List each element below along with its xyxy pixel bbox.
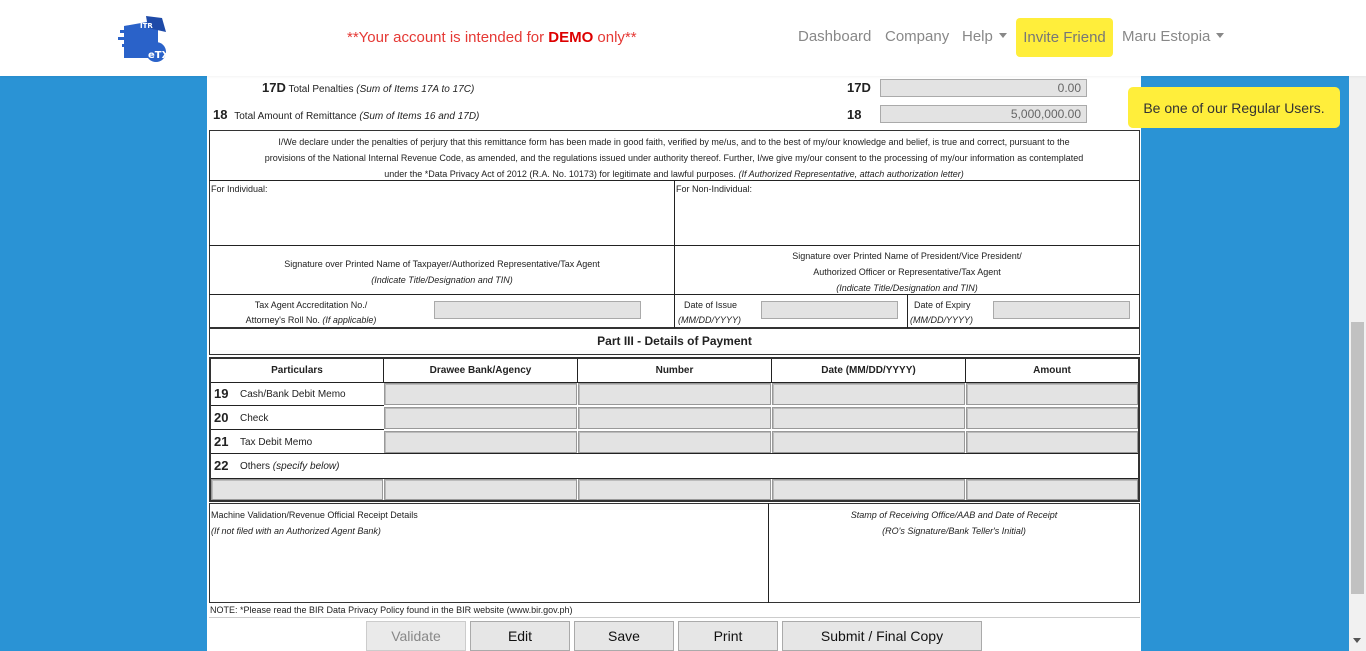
date-input-22[interactable] — [772, 479, 965, 500]
total-penalties-field[interactable]: 0.00 — [880, 79, 1087, 97]
part3-title: Part III - Details of Payment — [597, 334, 752, 348]
number-input-22[interactable] — [578, 479, 771, 500]
col-amount: Amount — [1033, 364, 1071, 376]
invite-friend-button[interactable]: Invite Friend — [1016, 18, 1113, 57]
regular-users-toast: Be one of our Regular Users. — [1128, 87, 1340, 128]
tax-agent-label: Tax Agent Accreditation No./ Attorney's … — [245, 300, 377, 325]
tax-agent-accreditation-input[interactable] — [434, 301, 641, 319]
machine-validation-label: Machine Validation/Revenue Official Rece… — [211, 510, 418, 536]
amount-input-19[interactable] — [966, 383, 1138, 405]
item-17d-code: 17D — [847, 80, 871, 95]
divider — [209, 245, 1140, 246]
col-drawee-bank: Drawee Bank/Agency — [429, 364, 532, 376]
logo-itr-text: ITR — [140, 22, 153, 30]
divider — [211, 429, 384, 430]
row-number: 19 — [214, 386, 229, 401]
nav-help-dropdown[interactable]: Help — [962, 28, 1007, 45]
date-of-issue-label: Date of Issue (MM/DD/YYYY) — [678, 300, 741, 325]
divider — [209, 617, 1140, 618]
nav-dashboard-link[interactable]: Dashboard — [798, 28, 871, 45]
amount-input-22[interactable] — [966, 479, 1138, 500]
row-label: Cash/Bank Debit Memo — [240, 389, 346, 400]
row-label: Check — [240, 413, 269, 424]
date-input-21[interactable] — [772, 431, 965, 453]
divider — [211, 405, 384, 406]
demo-account-notice: **Your account is intended for DEMO only… — [347, 29, 637, 46]
scrollbar-thumb[interactable] — [1351, 322, 1364, 594]
validate-button[interactable]: Validate — [366, 621, 466, 651]
chevron-down-icon — [1216, 33, 1225, 38]
edit-button[interactable]: Edit — [470, 621, 570, 651]
for-individual-label: For Individual: — [211, 184, 268, 194]
col-date: Date (MM/DD/YYYY) — [821, 364, 916, 376]
privacy-note: NOTE: *Please read the BIR Data Privacy … — [210, 605, 573, 615]
logo-etx-text: eTX — [148, 50, 170, 61]
top-navbar: ITR eTX **Your account is intended for D… — [0, 0, 1366, 76]
drawee-bank-input-20[interactable] — [384, 407, 577, 429]
total-remittance-field[interactable]: 5,000,000.00 — [880, 105, 1087, 123]
nav-company-link[interactable]: Company — [885, 28, 949, 45]
drawee-bank-input-21[interactable] — [384, 431, 577, 453]
amount-input-21[interactable] — [966, 431, 1138, 453]
divider — [768, 503, 769, 603]
date-of-expiry-label: Date of Expiry (MM/DD/YYYY) — [910, 300, 973, 325]
chevron-down-icon — [998, 33, 1007, 38]
stamp-label: Stamp of Receiving Office/AAB and Date o… — [850, 510, 1058, 536]
date-of-issue-input[interactable] — [761, 301, 898, 319]
print-button[interactable]: Print — [678, 621, 778, 651]
submit-final-copy-button[interactable]: Submit / Final Copy — [782, 621, 982, 651]
row-number: 20 — [214, 410, 229, 425]
drawee-bank-input-19[interactable] — [384, 383, 577, 405]
number-input-19[interactable] — [578, 383, 771, 405]
divider — [211, 453, 1138, 454]
individual-signature-label: Signature over Printed Name of Taxpayer/… — [284, 259, 600, 285]
date-input-19[interactable] — [772, 383, 965, 405]
drawee-bank-input-22[interactable] — [384, 479, 577, 500]
divider — [907, 294, 908, 328]
col-particulars: Particulars — [271, 364, 323, 376]
row-label: Tax Debit Memo — [240, 437, 313, 448]
number-input-21[interactable] — [578, 431, 771, 453]
amount-input-20[interactable] — [966, 407, 1138, 429]
row-label: Others (specify below) — [240, 461, 340, 472]
number-input-20[interactable] — [578, 407, 771, 429]
col-number: Number — [655, 364, 694, 376]
user-menu-dropdown[interactable]: Maru Estopia — [1122, 28, 1225, 45]
scroll-down-arrow-icon[interactable] — [1353, 638, 1361, 643]
divider — [209, 294, 1140, 295]
for-non-individual-label: For Non-Individual: — [676, 184, 753, 194]
date-input-20[interactable] — [772, 407, 965, 429]
non-individual-signature-label: Signature over Printed Name of President… — [792, 251, 1022, 293]
date-of-expiry-input[interactable] — [993, 301, 1130, 319]
row-number: 21 — [214, 434, 229, 449]
row-number: 22 — [214, 458, 229, 473]
item-17d-row: 17D Total Penalties (Sum of Items 17A to… — [262, 80, 475, 95]
divider — [674, 180, 675, 328]
declaration-text: I/We declare under the penalties of perj… — [264, 137, 1084, 179]
item-18-row: 18 Total Amount of Remittance (Sum of It… — [213, 107, 480, 122]
save-button[interactable]: Save — [574, 621, 674, 651]
others-particulars-input[interactable] — [211, 479, 383, 500]
etx-logo[interactable]: ITR eTX — [118, 14, 172, 64]
item-18-code: 18 — [847, 107, 862, 122]
